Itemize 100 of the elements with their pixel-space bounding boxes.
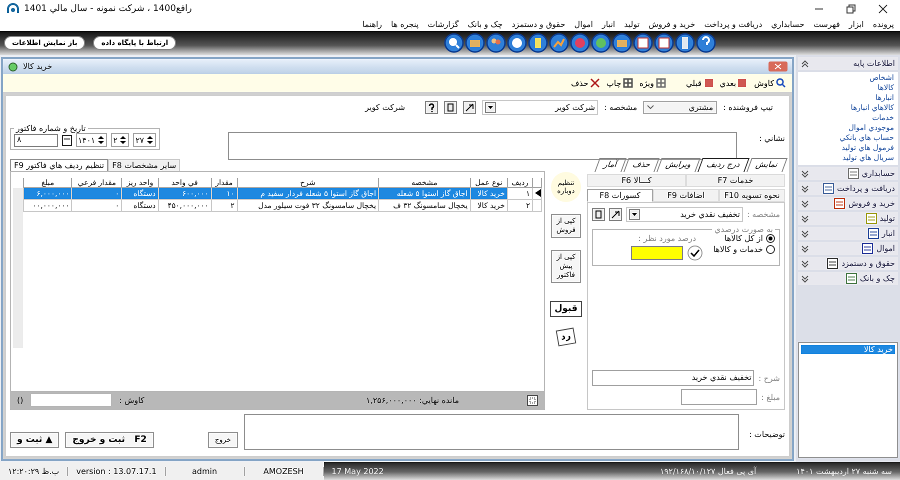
sidebar-section-header[interactable]: خريد و فروش [798,197,898,210]
tab[interactable]: اضافات F9 [653,189,719,202]
field-label: مشخصه : [604,102,638,112]
menu-item[interactable]: ابزار [848,20,864,29]
chevron-icon[interactable] [801,184,809,192]
balance-text: مانده نهايي: ۱,۲۵۶,۰۰۰,۰۰۰ [366,396,459,404]
bars-icon [704,78,714,88]
chevron-icon[interactable] [801,274,809,282]
chevron-icon[interactable] [801,244,809,252]
tab[interactable]: آمار [594,158,626,172]
menu-item[interactable]: پرونده [872,20,894,29]
section-icon [846,273,857,284]
year-spinner[interactable]: ۱۴۰۱ [76,133,108,147]
cross-icon [590,78,600,88]
row-pointer-icon [535,188,541,196]
tab[interactable]: سایر مشخصات F8 [108,159,180,171]
search-field[interactable] [31,394,112,406]
sidebar-section-header[interactable]: چک و بانک [798,272,898,285]
tab[interactable]: حذف [623,158,660,172]
spec-dropdown[interactable]: تخفيف نقدي خريد [626,207,743,222]
menu-item[interactable]: چک و بانک [468,20,503,29]
status-persian-date: سه شنبه ۲۷ ارديبهشت ۱۴۰۱ [796,466,892,476]
chart-icon[interactable] [549,33,569,53]
app-title: رافع1400 ، شرکت نمونه - سال مالي 1401 [24,4,192,14]
field-label: تيپ فروشنده : [723,102,773,112]
search-icon[interactable] [444,33,464,53]
sidebar-section-header[interactable]: انبار [798,227,898,240]
chevron-icon[interactable] [801,230,809,238]
address-field[interactable] [228,132,737,160]
checkmark-icon[interactable] [687,245,704,261]
chevron-icon[interactable] [801,170,809,178]
select-icon[interactable] [527,394,538,406]
section-icon [848,168,859,179]
spec-dropdown[interactable]: شرکت کوير [482,100,598,114]
search-button[interactable]: کاوش [754,78,786,88]
chevron-icon[interactable] [801,200,809,208]
menu-item[interactable]: حقوق و دستمزد [512,20,566,29]
help-icon[interactable] [696,33,716,53]
percent-field[interactable] [631,246,684,260]
link-icon[interactable] [463,100,476,114]
tab[interactable]: نحوه تسويه F10 [719,189,785,202]
link-icon[interactable] [609,208,622,221]
save-button[interactable]: ثبت و ▲ [10,432,60,448]
document-icon[interactable] [444,100,458,114]
radio-button[interactable]: از کل کالاها [713,234,775,243]
accept-button[interactable]: قبول [550,301,582,318]
day-spinner[interactable]: ۲۷ [133,133,156,147]
document-icon[interactable] [528,33,548,53]
tab[interactable]: کسورات F8 [587,189,653,202]
delete-button[interactable]: حذف [570,78,600,88]
menu-item[interactable]: دريافت و پرداخت [704,20,762,29]
close-icon[interactable] [878,4,888,14]
sidebar-section-header[interactable]: توليد [798,212,898,225]
tab[interactable]: خدمات F7 [686,174,785,187]
amount-field[interactable] [681,389,758,405]
description-field[interactable]: تخفيف نقدي خريد [592,370,754,386]
seller-type-dropdown[interactable]: مشتري [643,100,718,114]
document-icon[interactable] [592,208,605,221]
tab[interactable]: درج رديف [698,158,750,172]
field-label: توضيحات : [748,430,785,439]
menu-item[interactable]: گزارشات [428,20,459,29]
next-button[interactable]: بعدي [720,78,748,88]
menu-item[interactable]: توليد [624,20,640,29]
scrollbar[interactable] [13,188,23,348]
menu-item[interactable]: پنجره ها [391,20,419,29]
menu-item[interactable]: حسابداري [771,20,804,29]
month-spinner[interactable]: ۲ [111,133,130,147]
sidebar-section-header[interactable]: دريافت و پرداخت [798,182,898,195]
sidebar-section-header[interactable]: حقوق و دستمزد [798,257,898,270]
special-button[interactable]: ويژه [639,78,666,88]
section-icon [862,243,874,254]
tab[interactable]: کـــالا F6 [587,174,686,187]
help-icon[interactable] [425,100,438,114]
sidebar-section-header[interactable]: اموال [798,242,898,255]
print-button[interactable]: چاپ [606,78,634,88]
section-icon [823,183,834,194]
restore-icon[interactable] [846,4,856,14]
tab[interactable]: تنظيم رديف هاي فاکتور F9 [10,159,108,171]
bars-icon [738,78,748,88]
invoice-number-field[interactable]: ۸ [14,134,58,146]
chevron-icon[interactable] [801,214,809,222]
field-label: مبلغ : [761,392,780,402]
list-item[interactable]: خريد کالا [801,345,895,354]
menu-item[interactable]: انبار [602,20,616,29]
save-exit-button[interactable]: ثبت و خروج F2 [65,432,154,448]
sidebar-section-header[interactable]: اطلاعات پايه [798,57,898,70]
menu-item[interactable]: راهنما [362,20,382,29]
chevron-icon[interactable] [801,60,809,68]
radio-button[interactable]: خدمات و کالاها [713,245,775,254]
prev-button[interactable]: قبلي [686,78,714,88]
reject-button[interactable]: رد [556,328,576,347]
tab[interactable]: ويرايش [656,158,701,172]
chevron-icon[interactable] [801,260,809,268]
menu-item[interactable]: فهرست [813,20,840,29]
notes-field[interactable] [244,414,739,450]
section-icon [868,228,879,239]
sidebar-section-header[interactable]: حسابداري [798,167,898,180]
menu-item[interactable]: اموال [574,20,593,29]
chevron-down-icon [647,104,654,110]
menu-item[interactable]: خريد و فروش [648,20,696,29]
